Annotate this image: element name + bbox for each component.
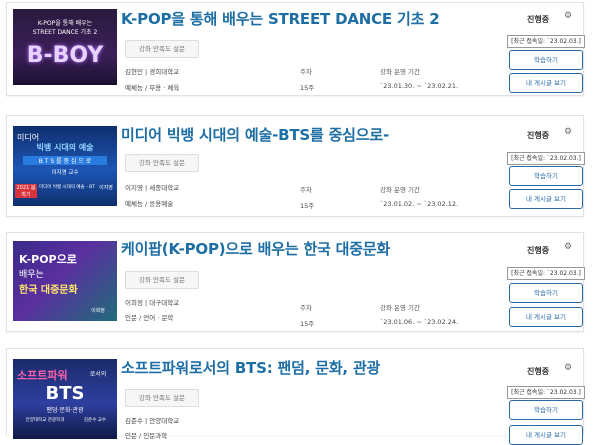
course-card: K-POP을 통해 배우는 STREET DANCE 기초 2 B-BOY K-… (6, 2, 585, 96)
recent-access-date: [최근 접속일: `23.02.03.] (507, 152, 585, 165)
thumbnail-caption: STREET DANCE 기초 2 (32, 29, 98, 36)
course-thumbnail[interactable]: K-POP을 통해 배우는 STREET DANCE 기초 2 B-BOY (13, 9, 117, 85)
status-badge: 진행중 (527, 367, 550, 376)
weeks-value: 15주 (300, 320, 315, 328)
period-label: 강좌 운영 기간 (380, 186, 421, 194)
my-posts-button[interactable]: 내 게시글 보기 (509, 307, 583, 327)
weeks-label: 주차 (300, 186, 312, 194)
thumbnail-caption: 안양대학교 관광학과 (25, 418, 65, 423)
thumbnail-caption: 로서의 (89, 371, 107, 378)
weeks-value: 15주 (300, 84, 315, 92)
instructor-school: 김현민 | 경희대학교 (125, 68, 180, 76)
gear-icon[interactable]: ⚙ (564, 363, 572, 373)
thumbnail-caption: 빅뱅 시대의 예술 (36, 143, 94, 152)
thumbnail-logo: B-BOY (26, 43, 104, 68)
learn-button[interactable]: 학습하기 (509, 166, 583, 186)
course-category: 인문 / 언어 · 문학 (125, 314, 174, 322)
course-thumbnail[interactable]: 미디어 빅뱅 시대의 예술 B T S 를 중 심 으 로 이지영 교수 202… (13, 126, 117, 206)
instructor-school: 이지영 | 세종대학교 (125, 184, 180, 192)
course-category: 예체능 / 무용 · 체육 (125, 84, 180, 92)
recent-access-date: [최근 접속일: `23.02.03.] (507, 267, 585, 280)
course-category: 예체능 / 응용예술 (125, 200, 174, 208)
thumbnail-caption: 김준수 교수 (83, 418, 107, 423)
satisfaction-survey-button[interactable]: 강좌 만족도 설문 (125, 271, 199, 289)
instructor-school: 이희정 | 대구대학교 (125, 299, 180, 307)
thumbnail-caption: B T S 를 중 심 으 로 (23, 156, 107, 165)
thumbnail-caption: 팬덤·문화·관광 (46, 407, 84, 414)
satisfaction-survey-button[interactable]: 강좌 만족도 설문 (125, 40, 199, 58)
status-badge: 진행중 (527, 246, 550, 255)
course-card: 미디어 빅뱅 시대의 예술 B T S 를 중 심 으 로 이지영 교수 202… (6, 115, 585, 217)
thumbnail-caption: K-POP으로 (19, 253, 77, 266)
weeks-label: 주차 (300, 68, 312, 76)
period-label: 강좌 운영 기간 (380, 68, 421, 76)
status-badge: 진행중 (527, 15, 550, 24)
gear-icon[interactable]: ⚙ (564, 242, 572, 252)
period-value: `23.01.06. ~ `23.02.24. (380, 318, 459, 326)
thumbnail-caption: K-POP을 통해 배우는 (37, 20, 93, 27)
learn-button[interactable]: 학습하기 (509, 400, 583, 420)
course-thumbnail[interactable]: 소프트파워 로서의 BTS 팬덤·문화·관광 안양대학교 관광학과 김준수 교수 (13, 359, 117, 439)
thumbnail-caption: 이지영 (99, 185, 113, 191)
period-value: `23.01.30. ~ `23.02.21. (380, 82, 459, 90)
my-posts-button[interactable]: 내 게시글 보기 (509, 73, 583, 93)
my-posts-button[interactable]: 내 게시글 보기 (509, 425, 583, 445)
thumbnail-caption: 배우는 (19, 270, 44, 280)
recent-access-date: [최근 접속일: `23.02.03.] (507, 386, 585, 399)
thumbnail-caption: BTS (45, 383, 85, 404)
course-card: 소프트파워 로서의 BTS 팬덤·문화·관광 안양대학교 관광학과 김준수 교수… (6, 348, 585, 445)
course-category: 인문 / 인문과학 (125, 432, 168, 440)
thumbnail-caption: 미디어 빅뱅 시대의 예술 - BTS를 중심으로 - (39, 185, 95, 190)
course-card: K-POP으로 배우는 한국 대중문화 이희정 케이팝(K-POP)으로 배우는… (6, 232, 585, 332)
learn-button[interactable]: 학습하기 (509, 283, 583, 303)
my-posts-button[interactable]: 내 게시글 보기 (509, 189, 583, 209)
thumbnail-caption: 한국 대중문화 (19, 285, 78, 296)
course-thumbnail[interactable]: K-POP으로 배우는 한국 대중문화 이희정 (13, 241, 117, 321)
learn-button[interactable]: 학습하기 (509, 50, 583, 70)
thumbnail-caption: 이지영 교수 (51, 170, 79, 176)
gear-icon[interactable]: ⚙ (564, 127, 572, 137)
weeks-label: 주차 (300, 304, 312, 312)
gear-icon[interactable]: ⚙ (564, 11, 572, 21)
course-title[interactable]: 소프트파워로서의 BTS: 팬덤, 문화, 관광 (121, 357, 380, 378)
recent-access-date: [최근 접속일: `23.02.03.] (507, 35, 585, 48)
thumbnail-caption: 이희정 (91, 308, 105, 314)
status-badge: 진행중 (527, 131, 550, 140)
thumbnail-caption: 2021 봄학기 (15, 184, 37, 198)
weeks-value: 15주 (300, 202, 315, 210)
satisfaction-survey-button[interactable]: 강좌 만족도 설문 (125, 389, 199, 407)
satisfaction-survey-button[interactable]: 강좌 만족도 설문 (125, 154, 199, 172)
course-title[interactable]: 케이팝(K-POP)으로 배우는 한국 대중문화 (121, 238, 390, 259)
course-title[interactable]: 미디어 빅뱅 시대의 예술-BTS를 중심으로- (121, 124, 389, 145)
instructor-school: 김준수 | 안양대학교 (125, 417, 180, 425)
period-value: `23.01.02. ~ `23.02.12. (380, 200, 459, 208)
course-title[interactable]: K-POP을 통해 배우는 STREET DANCE 기초 2 (121, 8, 440, 29)
period-label: 강좌 운영 기간 (380, 304, 421, 312)
